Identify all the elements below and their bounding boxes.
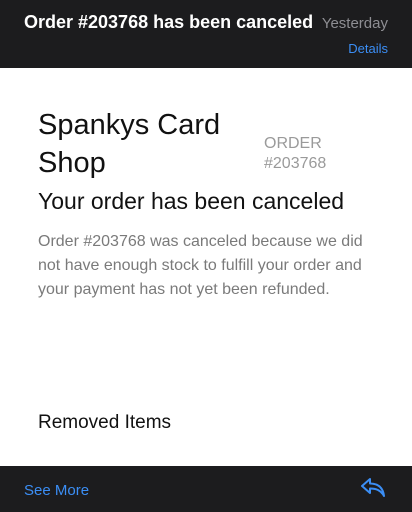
order-number-label: ORDER #203768 — [264, 135, 327, 172]
details-link[interactable]: Details — [348, 41, 388, 56]
notification-footer: See More — [0, 466, 412, 512]
notification-header: Order #203768 has been canceled Yesterda… — [0, 0, 412, 68]
see-more-button[interactable]: See More — [24, 482, 89, 499]
email-subject: Order #203768 has been canceled — [24, 12, 314, 32]
email-body: Spankys Card Shop ORDER #203768 Your ord… — [0, 68, 412, 466]
shop-name: Spankys Card Shop — [38, 109, 221, 179]
email-date: Yesterday — [321, 15, 388, 32]
reply-icon — [361, 478, 385, 497]
email-headline: Your order has been canceled — [38, 188, 345, 214]
email-message: Order #203768 was canceled because we di… — [38, 233, 363, 298]
removed-items-heading: Removed Items — [38, 412, 172, 433]
reply-button[interactable] — [360, 476, 386, 498]
